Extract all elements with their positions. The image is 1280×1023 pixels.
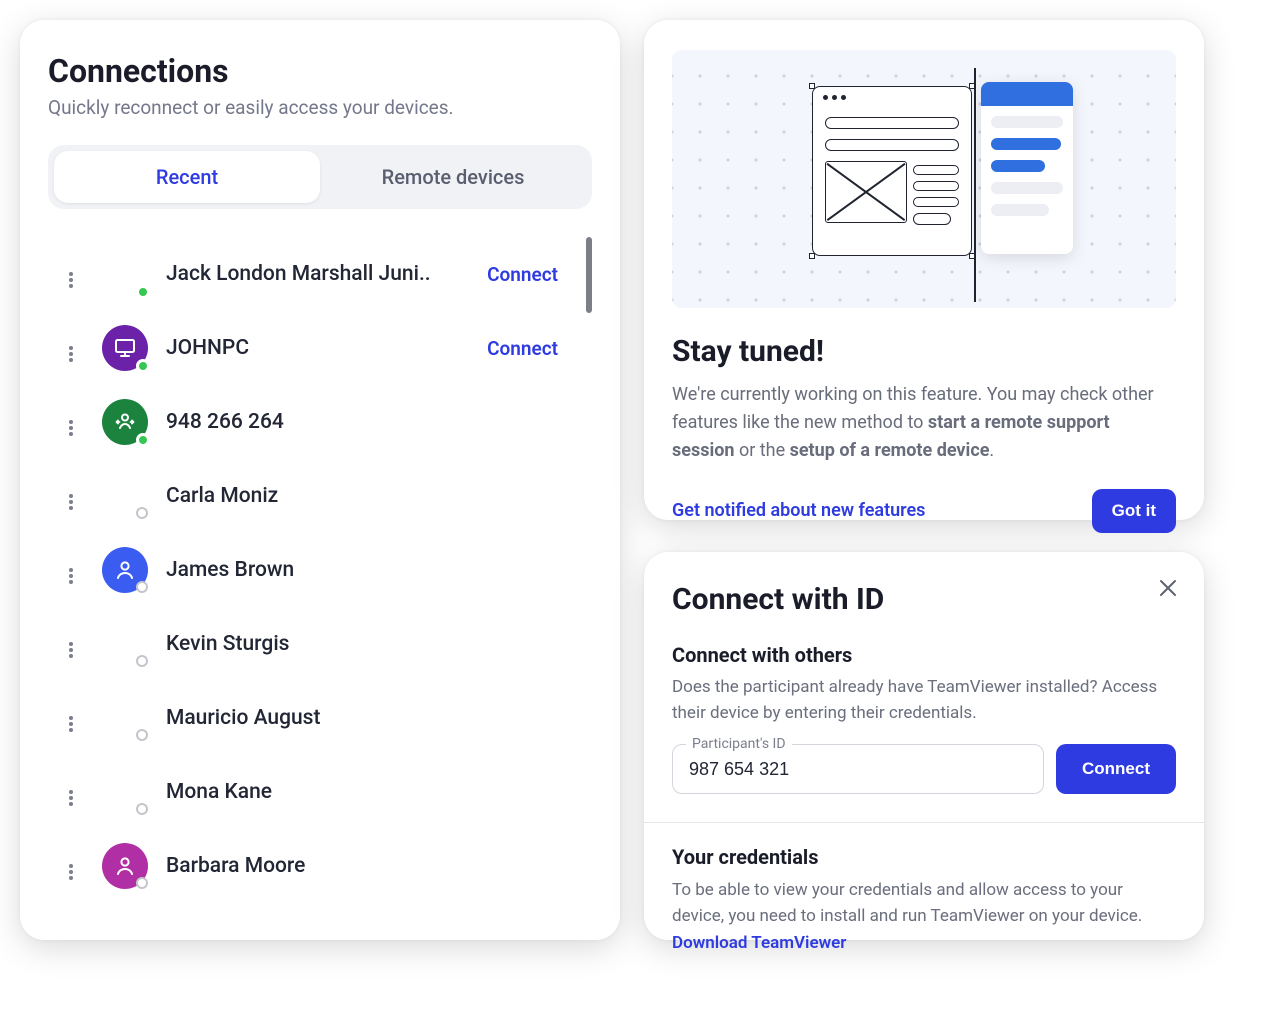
connection-row[interactable]: Mona Kane <box>48 755 592 829</box>
more-options-icon[interactable] <box>60 334 82 362</box>
connect-link[interactable]: Connect <box>487 337 558 360</box>
connection-row[interactable]: Kevin Sturgis <box>48 607 592 681</box>
connection-name: James Brown <box>166 558 582 582</box>
connection-row[interactable]: Mauricio August <box>48 681 592 755</box>
connect-others-heading: Connect with others <box>672 643 1176 667</box>
page-title: Connections <box>48 52 592 90</box>
status-offline-icon <box>136 581 148 593</box>
status-offline-icon <box>136 877 148 889</box>
feature-description: We're currently working on this feature.… <box>672 381 1176 465</box>
connect-link[interactable]: Connect <box>487 263 558 286</box>
page-subtitle: Quickly reconnect or easily access your … <box>48 96 592 119</box>
more-options-icon[interactable] <box>60 630 82 658</box>
connections-list: Jack London Marshall Juni..ConnectJOHNPC… <box>48 237 592 928</box>
more-options-icon[interactable] <box>60 704 82 732</box>
connection-name: Carla Moniz <box>166 484 582 508</box>
connection-name: Jack London Marshall Juni.. <box>166 262 487 286</box>
download-teamviewer-link[interactable]: Download TeamViewer <box>672 933 846 953</box>
person-icon <box>102 843 148 889</box>
more-options-icon[interactable] <box>60 260 82 288</box>
connect-with-id-panel: Connect with ID Connect with others Does… <box>644 552 1204 940</box>
connection-name: Barbara Moore <box>166 854 582 878</box>
avatar-placeholder <box>102 621 148 667</box>
avatar-placeholder <box>102 769 148 815</box>
status-offline-icon <box>136 507 148 519</box>
tabs: Recent Remote devices <box>48 145 592 209</box>
status-offline-icon <box>136 655 148 667</box>
avatar-placeholder <box>102 473 148 519</box>
connection-row[interactable]: Carla Moniz <box>48 459 592 533</box>
connection-row[interactable]: James Brown <box>48 533 592 607</box>
connection-name: Mauricio August <box>166 706 582 730</box>
connection-name: Mona Kane <box>166 780 582 804</box>
connect-button[interactable]: Connect <box>1056 744 1176 794</box>
participant-id-label: Participant's ID <box>686 736 792 752</box>
connection-name: JOHNPC <box>166 336 487 360</box>
transfer-icon <box>102 399 148 445</box>
tab-recent[interactable]: Recent <box>54 151 320 203</box>
feature-title: Stay tuned! <box>672 334 1176 369</box>
more-options-icon[interactable] <box>60 852 82 880</box>
tab-remote-devices[interactable]: Remote devices <box>320 151 586 203</box>
wireframe-icon <box>812 86 972 256</box>
monitor-icon <box>102 325 148 371</box>
connect-others-desc: Does the participant already have TeamVi… <box>672 675 1176 726</box>
person-icon <box>102 547 148 593</box>
feature-promo-panel: Stay tuned! We're currently working on t… <box>644 20 1204 520</box>
status-offline-icon <box>136 803 148 815</box>
connection-row[interactable]: Barbara Moore <box>48 829 592 903</box>
your-credentials-heading: Your credentials <box>672 845 1176 869</box>
connection-name: 948 266 264 <box>166 410 582 434</box>
notify-link[interactable]: Get notified about new features <box>672 500 925 521</box>
more-options-icon[interactable] <box>60 778 82 806</box>
avatar-placeholder <box>102 695 148 741</box>
connection-row[interactable]: 948 266 264 <box>48 385 592 459</box>
connection-row[interactable]: Jack London Marshall Juni..Connect <box>48 237 592 311</box>
more-options-icon[interactable] <box>60 556 82 584</box>
status-offline-icon <box>136 729 148 741</box>
illustration <box>672 50 1176 308</box>
connections-panel: Connections Quickly reconnect or easily … <box>20 20 620 940</box>
more-options-icon[interactable] <box>60 482 82 510</box>
status-online-icon <box>136 433 150 447</box>
more-options-icon[interactable] <box>60 408 82 436</box>
connection-name: Kevin Sturgis <box>166 632 582 656</box>
rendered-preview-icon <box>981 82 1073 254</box>
your-credentials-desc: To be able to view your credentials and … <box>672 877 1176 956</box>
connection-row[interactable]: JOHNPCConnect <box>48 311 592 385</box>
got-it-button[interactable]: Got it <box>1092 489 1176 533</box>
close-icon[interactable] <box>1154 574 1182 602</box>
divider <box>644 822 1204 823</box>
status-online-icon <box>136 359 150 373</box>
connect-id-title: Connect with ID <box>672 582 1176 617</box>
avatar-placeholder <box>102 251 148 297</box>
status-online-icon <box>136 285 150 299</box>
